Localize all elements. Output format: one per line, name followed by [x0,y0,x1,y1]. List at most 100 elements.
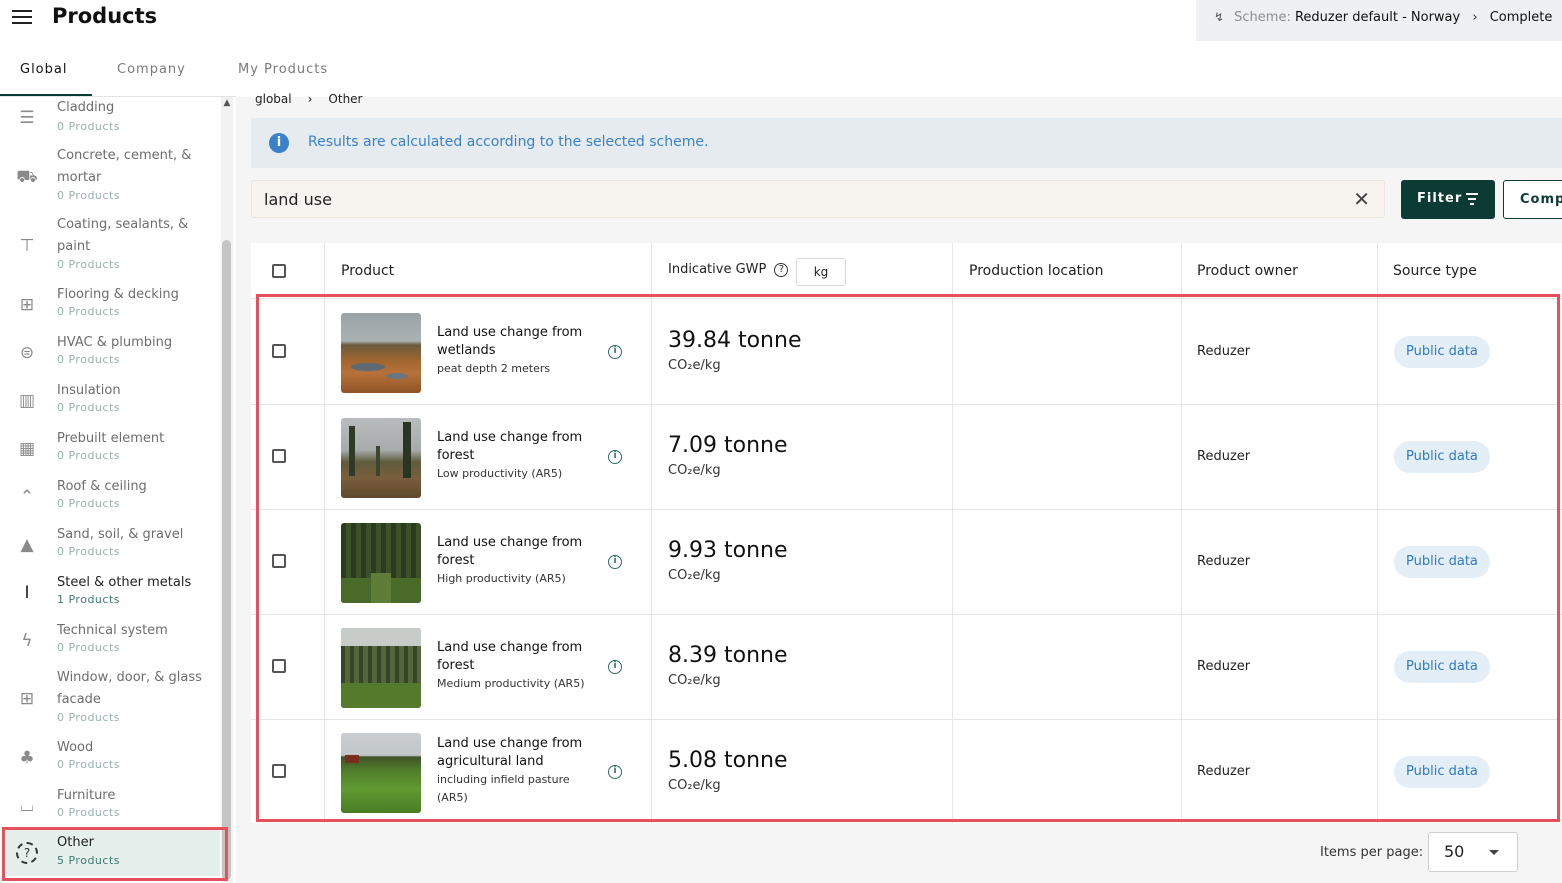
sidebar-item-roof[interactable]: ⌃ Roof & ceiling 0 Products [0,476,220,520]
sidebar-item-label: Coating, sealants, & paint [57,217,189,254]
gwp-header-label: Indicative GWP [668,262,767,277]
sidebar-item-label: HVAC & plumbing [57,335,173,350]
sidebar-item-label: Furniture [57,788,116,803]
sidebar-item-count: 0 Products [57,120,120,133]
filter-button[interactable]: Filter [1401,180,1495,219]
table-header: Product Indicative GWP? kg Production lo… [251,243,1562,299]
cladding-icon: ☰ [19,108,35,128]
sidebar-item-count: 0 Products [57,806,120,819]
column-header-source[interactable]: Source type [1393,263,1477,279]
sidebar-item-count: 0 Products [57,497,120,510]
chevron-right-icon: › [1472,10,1478,25]
info-icon: i [269,133,289,153]
items-per-page-value: 50 [1444,842,1465,861]
compare-button[interactable]: Comp [1503,180,1562,219]
sidebar-item-label: Insulation [57,383,121,398]
sidebar-scroll-thumb[interactable] [222,240,231,880]
page-title: Products [52,4,158,28]
help-icon[interactable]: ? [774,262,789,277]
menu-icon[interactable] [12,10,32,26]
close-icon[interactable]: ✕ [1353,187,1370,211]
sidebar-item-furniture[interactable]: ⌴ Furniture 0 Products [0,785,220,829]
tab-company[interactable]: Company [117,62,186,77]
top-bar: Products ↯ Scheme: Reduzer default - Nor… [0,0,1562,41]
sidebar-item-count: 0 Products [57,758,120,771]
category-sidebar: ☰ Cladding 0 Products ⛟ Concrete, cement… [0,97,232,883]
sidebar-item-count: 0 Products [57,711,120,724]
sidebar-item-window[interactable]: ⊞ Window, door, & glass facade 0 Product… [0,667,220,733]
tab-global[interactable]: Global [20,62,67,77]
sidebar-item-flooring[interactable]: ⊞ Flooring & decking 0 Products [0,284,220,328]
selection-highlight [2,827,228,881]
paint-roller-icon: ⊤ [19,236,35,256]
sidebar-item-count: 0 Products [57,305,120,318]
tree-icon: ♣ [19,748,35,768]
column-header-product[interactable]: Product [341,263,394,279]
tab-bar: Global Company My Products [0,52,560,96]
prebuilt-icon: ▦ [18,439,36,459]
scheme-selector[interactable]: ↯ Scheme: Reduzer default - Norway › Com… [1196,0,1562,41]
sidebar-item-label: Roof & ceiling [57,479,147,494]
wheelbarrow-icon: ⛟ [16,167,38,187]
chevron-down-icon [1489,850,1499,855]
scheme-icon: ↯ [1214,10,1225,24]
sidebar-item-technical[interactable]: ϟ Technical system 0 Products [0,620,220,664]
rows-highlight [256,294,1560,822]
sidebar-item-count: 0 Products [57,641,120,654]
terrain-icon: ▲ [20,535,34,555]
sidebar-item-coating[interactable]: ⊤ Coating, sealants, & paint 0 Products [0,214,220,280]
scheme-label: Scheme: [1234,10,1291,25]
select-all-checkbox[interactable] [272,264,286,278]
scroll-up-icon[interactable]: ▲ [221,98,233,108]
sidebar-item-steel[interactable]: I Steel & other metals 1 Products [0,572,220,616]
breadcrumb-current: Other [328,92,363,106]
filter-button-label: Filter [1417,191,1463,206]
sidebar-item-prebuilt[interactable]: ▦ Prebuilt element 0 Products [0,428,220,472]
sidebar-item-sand[interactable]: ▲ Sand, soil, & gravel 0 Products [0,524,220,568]
column-header-gwp[interactable]: Indicative GWP? [668,262,789,277]
sidebar-item-label: Flooring & decking [57,287,179,302]
tab-my-products[interactable]: My Products [238,62,328,77]
search-input[interactable] [264,188,1324,210]
items-per-page-select[interactable]: 50 [1428,832,1518,872]
info-text: Results are calculated according to the … [308,134,709,150]
sidebar-item-label: Window, door, & glass facade [57,670,202,707]
sidebar-item-label: Sand, soil, & gravel [57,527,184,542]
hvac-icon: ⊜ [19,343,35,363]
sidebar-item-label: Concrete, cement, & mortar [57,148,192,185]
sidebar-item-hvac[interactable]: ⊜ HVAC & plumbing 0 Products [0,332,220,376]
scheme-value: Reduzer default - Norway [1294,10,1461,25]
sidebar-item-count: 1 Products [57,593,120,606]
column-header-location[interactable]: Production location [969,263,1103,279]
window-icon: ⊞ [19,689,35,709]
sidebar-item-count: 0 Products [57,449,120,462]
sidebar-item-label: Cladding [57,100,115,115]
compare-button-label: Comp [1520,192,1562,207]
gwp-unit-select[interactable]: kg [796,258,846,286]
sidebar-item-label: Technical system [57,623,168,638]
chevron-right-icon: › [307,92,313,106]
breadcrumb-root[interactable]: global [255,92,292,106]
sidebar-item-insulation[interactable]: ▥ Insulation 0 Products [0,380,220,424]
sidebar-item-count: 0 Products [57,189,120,202]
breadcrumb: global › Other [255,92,363,106]
column-header-owner[interactable]: Product owner [1197,263,1298,279]
sidebar-item-wood[interactable]: ♣ Wood 0 Products [0,737,220,781]
sidebar-item-count: 0 Products [57,401,120,414]
steel-beam-icon: I [24,583,30,603]
sidebar-item-count: 0 Products [57,353,120,366]
roof-icon: ⌃ [19,487,35,507]
sidebar-item-label: Steel & other metals [57,575,192,590]
sidebar-item-count: 0 Products [57,258,120,271]
items-per-page-label: Items per page: [1320,845,1424,860]
search-box: ✕ [251,180,1385,218]
info-banner: i Results are calculated according to th… [251,118,1562,168]
sidebar-item-label: Wood [57,740,94,755]
filter-icon [1465,193,1479,208]
sidebar-item-label: Prebuilt element [57,431,165,446]
sidebar-item-concrete[interactable]: ⛟ Concrete, cement, & mortar 0 Products [0,145,220,211]
sidebar-item-count: 0 Products [57,545,120,558]
lightning-icon: ϟ [21,631,33,651]
sidebar-item-cladding[interactable]: ☰ Cladding 0 Products [0,97,220,141]
insulation-icon: ▥ [18,391,36,411]
